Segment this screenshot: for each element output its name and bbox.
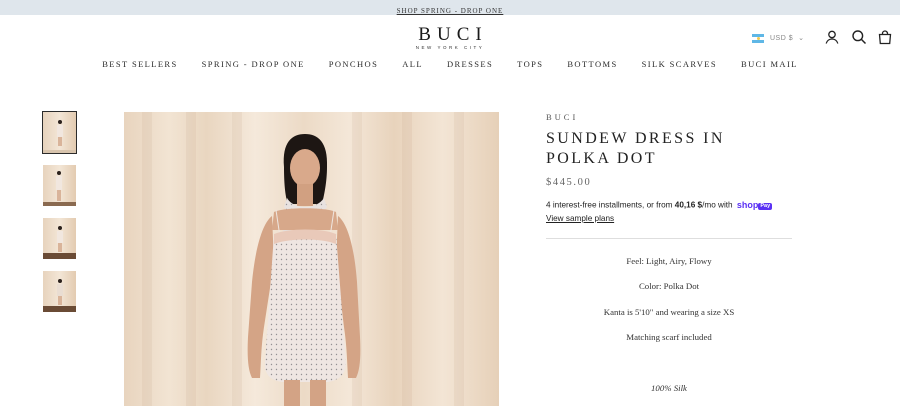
installments-amount: 40,16 $ <box>674 200 703 210</box>
product-details: BUCI SUNDEW DRESS IN POLKA DOT $445.00 4… <box>546 112 792 393</box>
installments-suffix: /mo with <box>702 200 735 210</box>
currency-selector[interactable]: USD $ ⌄ <box>752 32 805 44</box>
chevron-down-icon: ⌄ <box>798 35 805 42</box>
nav-item-all[interactable]: ALL <box>390 59 435 69</box>
nav-item-silk-scarves[interactable]: SILK SCARVES <box>630 59 729 69</box>
model-photo <box>247 134 361 406</box>
flag-icon <box>752 33 764 43</box>
thumbnail-1[interactable] <box>42 111 77 154</box>
search-icon[interactable] <box>851 29 867 45</box>
nav-item-best-sellers[interactable]: BEST SELLERS <box>90 59 189 69</box>
divider <box>546 238 792 239</box>
thumbnail-4[interactable] <box>43 271 76 312</box>
site-header: BUCI NEW YORK CITY USD $ ⌄ BEST SELLERS … <box>0 15 900 105</box>
installments-prefix: 4 interest-free installments, or from <box>546 200 675 210</box>
product-title: SUNDEW DRESS IN POLKA DOT <box>546 130 725 167</box>
nav-item-ponchos[interactable]: PONCHOS <box>317 59 390 69</box>
nav-item-bottoms[interactable]: BOTTOMS <box>555 59 629 69</box>
detail-feel: Feel: Light, Airy, Flowy <box>626 256 712 266</box>
nav-item-spring-drop-one[interactable]: SPRING - DROP ONE <box>190 59 317 69</box>
shop-pay-text: shop <box>736 200 759 210</box>
installments-info: 4 interest-free installments, or from 40… <box>546 199 792 225</box>
nav-item-tops[interactable]: TOPS <box>505 59 555 69</box>
view-sample-plans-link[interactable]: View sample plans <box>546 213 614 225</box>
thumbnail-gallery <box>42 111 77 324</box>
main-product-image[interactable] <box>124 112 499 406</box>
product-price: $445.00 <box>546 177 592 188</box>
product-brand[interactable]: BUCI <box>546 112 792 122</box>
shop-pay-logo: shop Pay <box>736 199 773 212</box>
announcement-bar: SHOP SPRING - DROP ONE <box>0 0 900 15</box>
detail-scarf: Matching scarf included <box>626 332 712 342</box>
nav-item-dresses[interactable]: DRESSES <box>435 59 505 69</box>
thumbnail-3[interactable] <box>43 218 76 259</box>
cart-icon[interactable] <box>877 29 893 45</box>
detail-material: 100% Silk <box>651 383 687 393</box>
main-nav: BEST SELLERS SPRING - DROP ONE PONCHOS A… <box>0 59 900 69</box>
currency-label: USD $ <box>770 34 794 42</box>
detail-color: Color: Polka Dot <box>638 281 700 291</box>
shop-pay-badge: Pay <box>758 203 773 210</box>
nav-item-buci-mail[interactable]: BUCI MAIL <box>729 59 810 69</box>
account-icon[interactable] <box>824 29 840 45</box>
thumbnail-2[interactable] <box>43 165 76 206</box>
logo-subtitle: NEW YORK CITY <box>415 45 485 50</box>
detail-model-size: Kanta is 5'10" and wearing a size XS <box>603 307 735 317</box>
announcement-link[interactable]: SHOP SPRING - DROP ONE <box>397 7 504 15</box>
